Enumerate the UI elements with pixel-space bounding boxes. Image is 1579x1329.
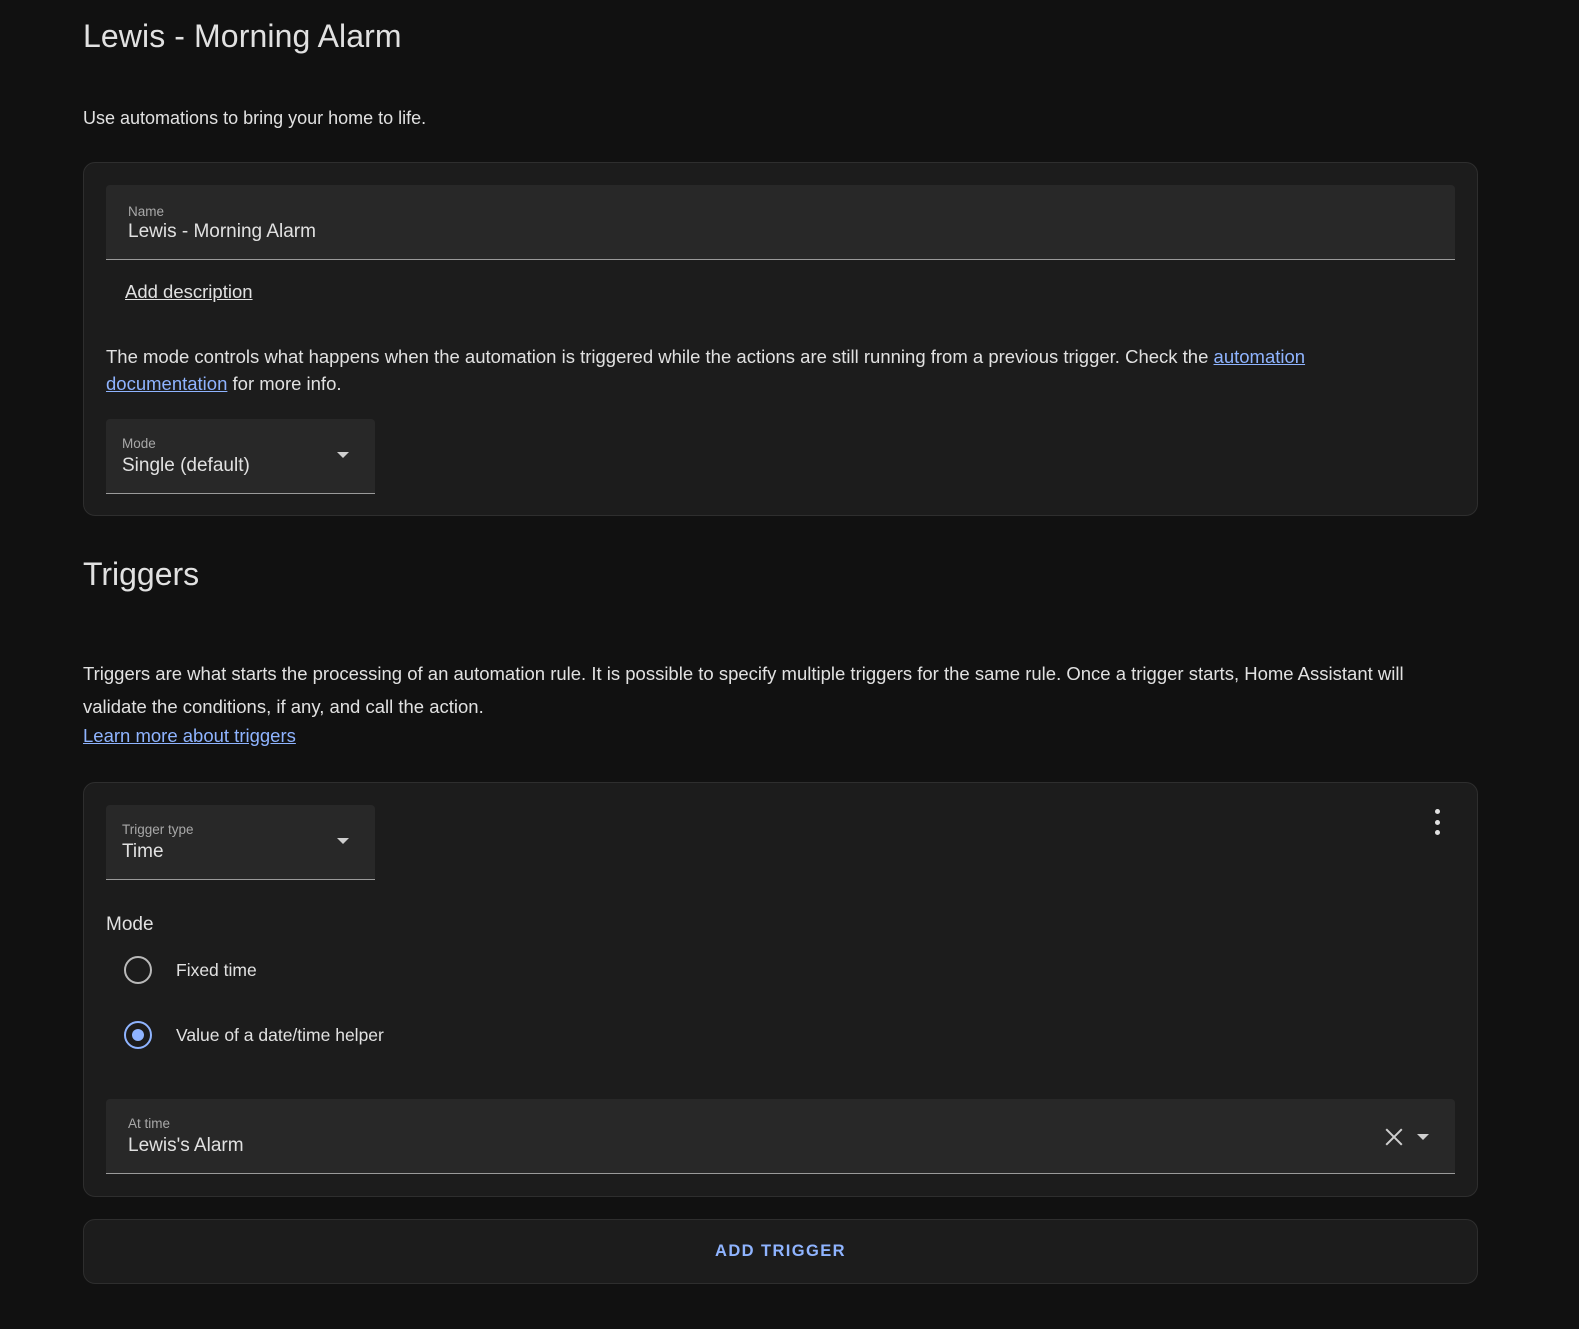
add-trigger-button[interactable]: ADD TRIGGER xyxy=(83,1219,1478,1284)
page-intro: Use automations to bring your home to li… xyxy=(83,108,427,128)
at-time-label: At time xyxy=(128,1116,171,1131)
name-field[interactable]: Name Lewis - Morning Alarm xyxy=(106,185,1455,260)
learn-more-triggers-link[interactable]: Learn more about triggers xyxy=(83,725,296,747)
trigger-card: Trigger type Time Mode Fixed time Value … xyxy=(83,782,1478,1197)
radio-fixed-time-label: Fixed time xyxy=(176,959,257,980)
trigger-mode-label: Mode xyxy=(106,914,154,935)
add-trigger-label: ADD TRIGGER xyxy=(715,1242,846,1260)
menu-down-icon[interactable] xyxy=(337,838,349,844)
triggers-title: Triggers xyxy=(83,556,200,592)
trigger-type-value: Time xyxy=(122,841,164,862)
name-field-label: Name xyxy=(128,204,165,219)
radio-datetime-helper-label: Value of a date/time helper xyxy=(176,1024,384,1045)
name-field-value[interactable]: Lewis - Morning Alarm xyxy=(128,221,316,243)
menu-down-icon[interactable] xyxy=(337,452,349,458)
dots-vertical-icon[interactable] xyxy=(1425,809,1449,835)
at-time-value[interactable]: Lewis's Alarm xyxy=(128,1135,244,1157)
mode-help-prefix: The mode controls what happens when the … xyxy=(106,346,1214,367)
radio-fixed-time[interactable]: Fixed time xyxy=(124,955,257,985)
mode-help-suffix: for more info. xyxy=(227,373,342,394)
mode-help-text: The mode controls what happens when the … xyxy=(106,343,1406,397)
add-description-link[interactable]: Add description xyxy=(125,281,253,303)
radio-datetime-helper[interactable]: Value of a date/time helper xyxy=(124,1020,384,1050)
mode-select-value: Single (default) xyxy=(122,455,250,476)
trigger-type-label: Trigger type xyxy=(122,822,194,837)
radio-checked-icon[interactable] xyxy=(124,1021,152,1049)
page-title: Lewis - Morning Alarm xyxy=(83,18,402,54)
mode-select-label: Mode xyxy=(122,436,156,451)
automation-settings-card: Name Lewis - Morning Alarm Add descripti… xyxy=(83,162,1478,516)
menu-down-icon[interactable] xyxy=(1417,1134,1429,1140)
automation-editor: Lewis - Morning Alarm Use automations to… xyxy=(0,0,1579,1329)
mode-select[interactable]: Mode Single (default) xyxy=(106,419,375,494)
radio-unchecked-icon[interactable] xyxy=(124,956,152,984)
close-icon[interactable] xyxy=(1385,1128,1403,1146)
trigger-type-select[interactable]: Trigger type Time xyxy=(106,805,375,880)
at-time-field[interactable]: At time Lewis's Alarm xyxy=(106,1099,1455,1174)
triggers-help-text: Triggers are what starts the processing … xyxy=(83,663,1404,717)
